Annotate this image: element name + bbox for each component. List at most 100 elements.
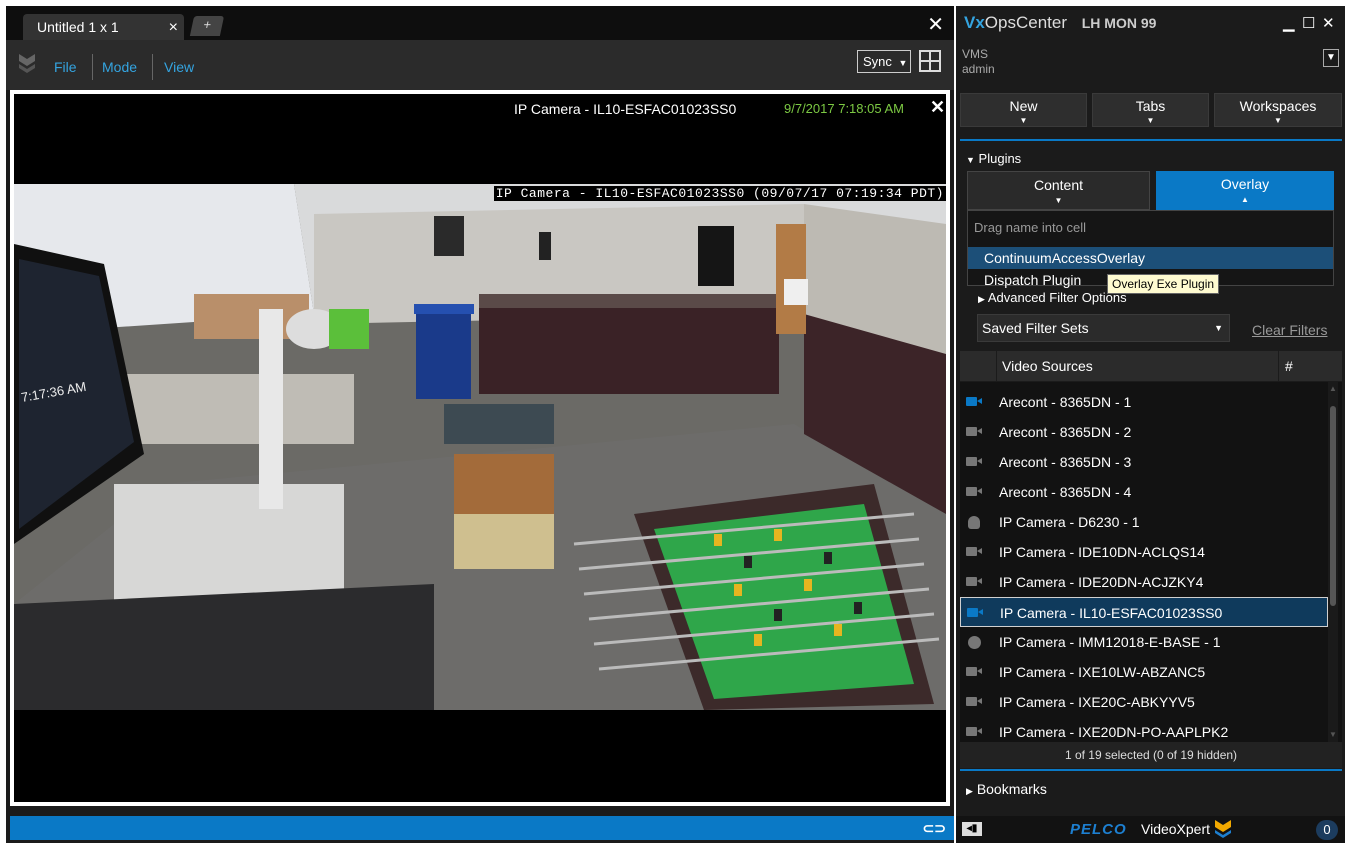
plugins-section-header[interactable]: ▼ Plugins (966, 151, 1021, 166)
video-source-name: IP Camera - D6230 - 1 (999, 514, 1140, 530)
video-source-row[interactable]: IP Camera - D6230 - 1 (960, 507, 1328, 537)
video-sources-list: Arecont - 8365DN - 1 Arecont - 8365DN - 2… (960, 382, 1342, 742)
plugin-tooltip: Overlay Exe Plugin (1107, 274, 1220, 294)
plugin-item[interactable]: ContinuumAccessOverlay (968, 247, 1333, 269)
menu-view[interactable]: View (164, 59, 194, 75)
new-button[interactable]: New ▼ (960, 93, 1087, 127)
camera-icon (966, 396, 982, 408)
maximize-icon[interactable]: ☐ (1302, 14, 1315, 32)
video-cell[interactable]: IP Camera - IL10-ESFAC01023SS0 9/7/2017 … (10, 90, 950, 806)
sync-dropdown[interactable]: Sync ▼ (857, 50, 911, 73)
videoxpert-logo-icon (1215, 820, 1231, 838)
video-source-row[interactable]: IP Camera - IMM12018-E-BASE - 1 (960, 627, 1328, 657)
brand-opscenter: OpsCenter (984, 13, 1067, 32)
video-source-row[interactable]: IP Camera - IXE20DN-PO-AAPLPK2 (960, 717, 1328, 742)
camera-icon (966, 426, 982, 438)
bookmarks-section-header[interactable]: ▶ Bookmarks (966, 781, 1047, 797)
scroll-down-icon[interactable]: ▼ (1329, 730, 1337, 739)
menu-mode[interactable]: Mode (102, 59, 137, 75)
chevron-down-icon: ▼ (1214, 323, 1223, 333)
close-icon[interactable]: ✕ (1322, 14, 1335, 32)
chevron-down-icon: ▼ (1054, 196, 1063, 205)
videoxpert-logo-icon (19, 54, 35, 73)
chevron-down-icon: ▼ (1274, 116, 1282, 125)
column-divider (1278, 351, 1279, 381)
tabs-button[interactable]: Tabs ▼ (1092, 93, 1209, 127)
camera-icon (966, 486, 982, 498)
video-source-name: IP Camera - IL10-ESFAC01023SS0 (1000, 605, 1223, 621)
camera-icon (966, 696, 982, 708)
section-divider (960, 139, 1342, 141)
tab-overlay-label: Overlay (1220, 176, 1270, 192)
scrollbar-thumb[interactable] (1330, 406, 1336, 606)
bookmarks-label: Bookmarks (976, 781, 1047, 797)
workspace-tab[interactable]: Untitled 1 x 1 × (23, 14, 184, 41)
workspace-panel: Untitled 1 x 1 × + ✕ File Mode View Sync… (6, 6, 954, 843)
count-column[interactable]: # (1285, 358, 1293, 374)
tab-content[interactable]: Content ▼ (967, 171, 1150, 210)
scroll-up-icon[interactable]: ▲ (1329, 384, 1337, 393)
collapse-triangle-icon: ▼ (966, 155, 975, 165)
chevron-down-icon: ▼ (1146, 116, 1155, 125)
clear-filters-link[interactable]: Clear Filters (1252, 322, 1327, 338)
video-source-row[interactable]: Arecont - 8365DN - 3 (960, 447, 1328, 477)
monitor-name: LH MON 99 (1081, 15, 1157, 31)
video-source-row[interactable]: Arecont - 8365DN - 1 (960, 387, 1328, 417)
videoxpert-label: VideoXpert (1141, 821, 1211, 837)
camera-scene-image: 7:17:36 AM (14, 184, 946, 710)
menu-file[interactable]: File (54, 59, 77, 75)
plugins-heading: Plugins (978, 151, 1022, 166)
plugin-list-hint: Drag name into cell (974, 220, 1086, 235)
close-workspace-icon[interactable]: ✕ (927, 12, 944, 37)
link-icon[interactable]: ⊂⊃ (923, 820, 946, 837)
advanced-filter-toggle[interactable]: ▶ Advanced Filter Options (978, 290, 1127, 305)
expand-triangle-icon: ▶ (966, 786, 973, 796)
saved-filter-sets-select[interactable]: Saved Filter Sets ▼ (977, 314, 1230, 342)
camera-icon (967, 607, 983, 619)
camera-icon (966, 726, 982, 738)
tab-overlay[interactable]: Overlay ▲ (1156, 171, 1334, 210)
workspace-tab-bar: Untitled 1 x 1 × + ✕ (6, 6, 954, 41)
cell-close-icon[interactable]: ✕ (930, 97, 945, 118)
workspace-tab-label: Untitled 1 x 1 (37, 19, 119, 35)
video-source-name: Arecont - 8365DN - 3 (999, 454, 1132, 470)
minimize-icon[interactable]: ▁ (1283, 14, 1295, 32)
video-source-row[interactable]: IP Camera - IDE20DN-ACJZKY4 (960, 567, 1328, 597)
video-source-name: Arecont - 8365DN - 1 (999, 394, 1132, 410)
add-tab-button[interactable]: + (189, 16, 225, 36)
notification-badge[interactable]: 0 (1316, 820, 1338, 840)
camera-icon (966, 666, 982, 678)
camera-icon (966, 546, 982, 558)
layout-grid-icon[interactable] (919, 50, 941, 72)
chevron-up-icon: ▲ (1241, 195, 1249, 204)
video-source-name: IP Camera - IDE10DN-ACLQS14 (999, 544, 1205, 560)
camera-video-feed[interactable]: 7:17:36 AM IP Camera - IL10-ESFAC01023SS… (14, 184, 946, 710)
cell-camera-title: IP Camera - IL10-ESFAC01023SS0 (514, 101, 737, 117)
video-sources-scrollbar[interactable]: ▲ ▼ (1328, 382, 1338, 742)
ops-center-panel: VxOpsCenter LH MON 99 ▁ ☐ ✕ VMS admin ▼ … (956, 6, 1345, 843)
video-source-row[interactable]: IP Camera - IDE10DN-ACLQS14 (960, 537, 1328, 567)
video-sources-column[interactable]: Video Sources (1002, 358, 1093, 374)
menu-divider (92, 54, 93, 80)
undock-icon[interactable]: ◂▮ (962, 822, 982, 836)
column-divider (996, 351, 997, 381)
chevron-down-icon: ▼ (898, 58, 908, 68)
selection-summary: 1 of 19 selected (0 of 19 hidden) (960, 742, 1342, 768)
video-source-row[interactable]: IP Camera - IXE10LW-ABZANC5 (960, 657, 1328, 687)
cell-timestamp: 9/7/2017 7:18:05 AM (784, 101, 904, 116)
tab-close-icon[interactable]: × (169, 14, 178, 41)
camera-icon (966, 456, 982, 468)
video-source-row[interactable]: Arecont - 8365DN - 4 (960, 477, 1328, 507)
chevron-down-icon: ▼ (1019, 116, 1028, 125)
workspaces-button[interactable]: Workspaces ▼ (1214, 93, 1342, 127)
workspace-menu-bar: File Mode View Sync ▼ (6, 40, 954, 90)
section-divider (960, 769, 1342, 771)
camera-osd-overlay: IP Camera - IL10-ESFAC01023SS0 (09/07/17… (493, 186, 946, 201)
video-source-row[interactable]: Arecont - 8365DN - 2 (960, 417, 1328, 447)
video-source-row[interactable]: IP Camera - IXE20C-ABKYYV5 (960, 687, 1328, 717)
menu-divider (152, 54, 153, 80)
expand-triangle-icon: ▶ (978, 294, 985, 304)
video-source-name: IP Camera - IXE10LW-ABZANC5 (999, 664, 1206, 680)
video-source-row[interactable]: IP Camera - IL10-ESFAC01023SS0 (960, 597, 1328, 627)
vms-dropdown-button[interactable]: ▼ (1323, 49, 1339, 67)
